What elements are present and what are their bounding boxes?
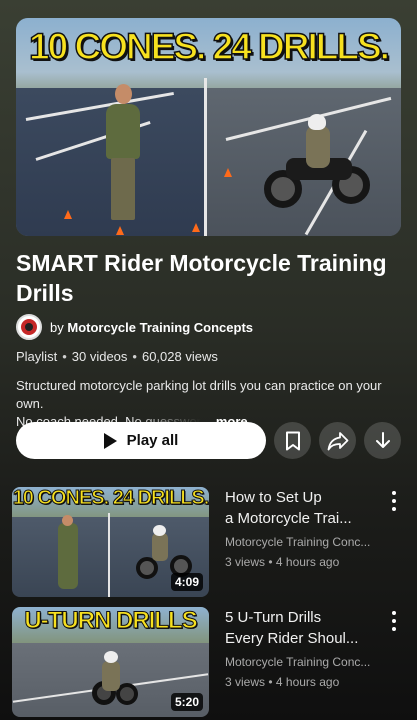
channel-row[interactable]: by Motorcycle Training Concepts [16,314,253,340]
video-channel: Motorcycle Training Conc... [225,535,371,549]
thumbnail-divider [108,513,110,597]
playlist-video-item[interactable]: 10 CONES. 24 DRILLS. 4:09 How to Set Up … [12,487,407,597]
download-button[interactable] [364,422,401,459]
playlist-hero-thumbnail[interactable]: 10 CONES. 24 DRILLS. [16,18,401,236]
thumbnail-title-text: U-TURN DRILLS [24,607,198,635]
thumbnail-title-text: 10 CONES. 24 DRILLS. [12,487,209,510]
play-all-label: Play all [126,432,179,449]
cone [224,168,232,177]
cone [64,210,72,219]
bike-helmet [153,525,166,536]
bike-helmet [104,651,118,663]
thumbnail-motorcycle-rider [264,114,374,218]
bookmark-icon [285,431,300,450]
thumbnail-instructor [102,84,144,224]
thumbnail-instructor [58,523,78,589]
thumbnail-title-text: 10 CONES. 24 DRILLS. [28,25,390,68]
bike-rider [152,533,168,561]
cone [192,223,200,232]
playlist-type: Playlist [16,349,58,364]
meta-separator: • [132,349,137,364]
video-thumbnail[interactable]: 10 CONES. 24 DRILLS. 4:09 [12,487,209,597]
playlist-meta: Playlist • 30 videos • 60,028 views [16,349,218,364]
meta-separator: • [62,349,67,364]
playlist-video-item[interactable]: U-TURN DRILLS 5:20 5 U-Turn Drills Every… [12,607,407,717]
channel-byline[interactable]: by Motorcycle Training Concepts [50,320,253,335]
channel-avatar[interactable] [16,314,42,340]
video-title[interactable]: How to Set Up a Motorcycle Trai... [225,487,375,529]
cone [116,226,124,235]
description-line-1: Structured motorcycle parking lot drills… [16,378,382,411]
video-info[interactable]: 5 U-Turn Drills Every Rider Shoul... Mot… [225,607,375,691]
playlist-title: SMART Rider Motorcycle Training Drills [16,250,387,306]
video-title[interactable]: 5 U-Turn Drills Every Rider Shoul... [225,607,375,649]
kebab-menu-icon[interactable] [391,611,397,631]
video-info[interactable]: How to Set Up a Motorcycle Trai... Motor… [225,487,375,571]
byline-prefix: by [50,319,64,335]
thumbnail-instructor-head [62,515,73,526]
video-duration: 4:09 [170,573,203,591]
share-button[interactable] [319,422,356,459]
download-icon [375,431,390,448]
video-thumbnail[interactable]: U-TURN DRILLS 5:20 [12,607,209,717]
kebab-menu-icon[interactable] [391,491,397,511]
bike-rider [102,661,120,691]
video-title-line-1: 5 U-Turn Drills [225,609,322,626]
play-icon [103,432,117,449]
share-icon [327,431,348,450]
channel-name[interactable]: Motorcycle Training Concepts [67,320,253,335]
video-stats: 3 views • 4 hours ago [225,675,340,689]
video-channel: Motorcycle Training Conc... [225,655,371,669]
video-duration: 5:20 [170,693,203,711]
video-title-line-2: Every Rider Shoul... [225,630,359,647]
thumbnail-divider [204,78,207,236]
video-stats: 3 views • 4 hours ago [225,555,340,569]
video-title-line-2: a Motorcycle Trai... [225,510,352,527]
video-count: 30 videos [71,349,128,364]
play-all-button[interactable]: Play all [16,422,266,459]
video-title-line-1: How to Set Up [225,489,322,506]
save-playlist-button[interactable] [274,422,311,459]
view-count: 60,028 views [141,349,218,364]
